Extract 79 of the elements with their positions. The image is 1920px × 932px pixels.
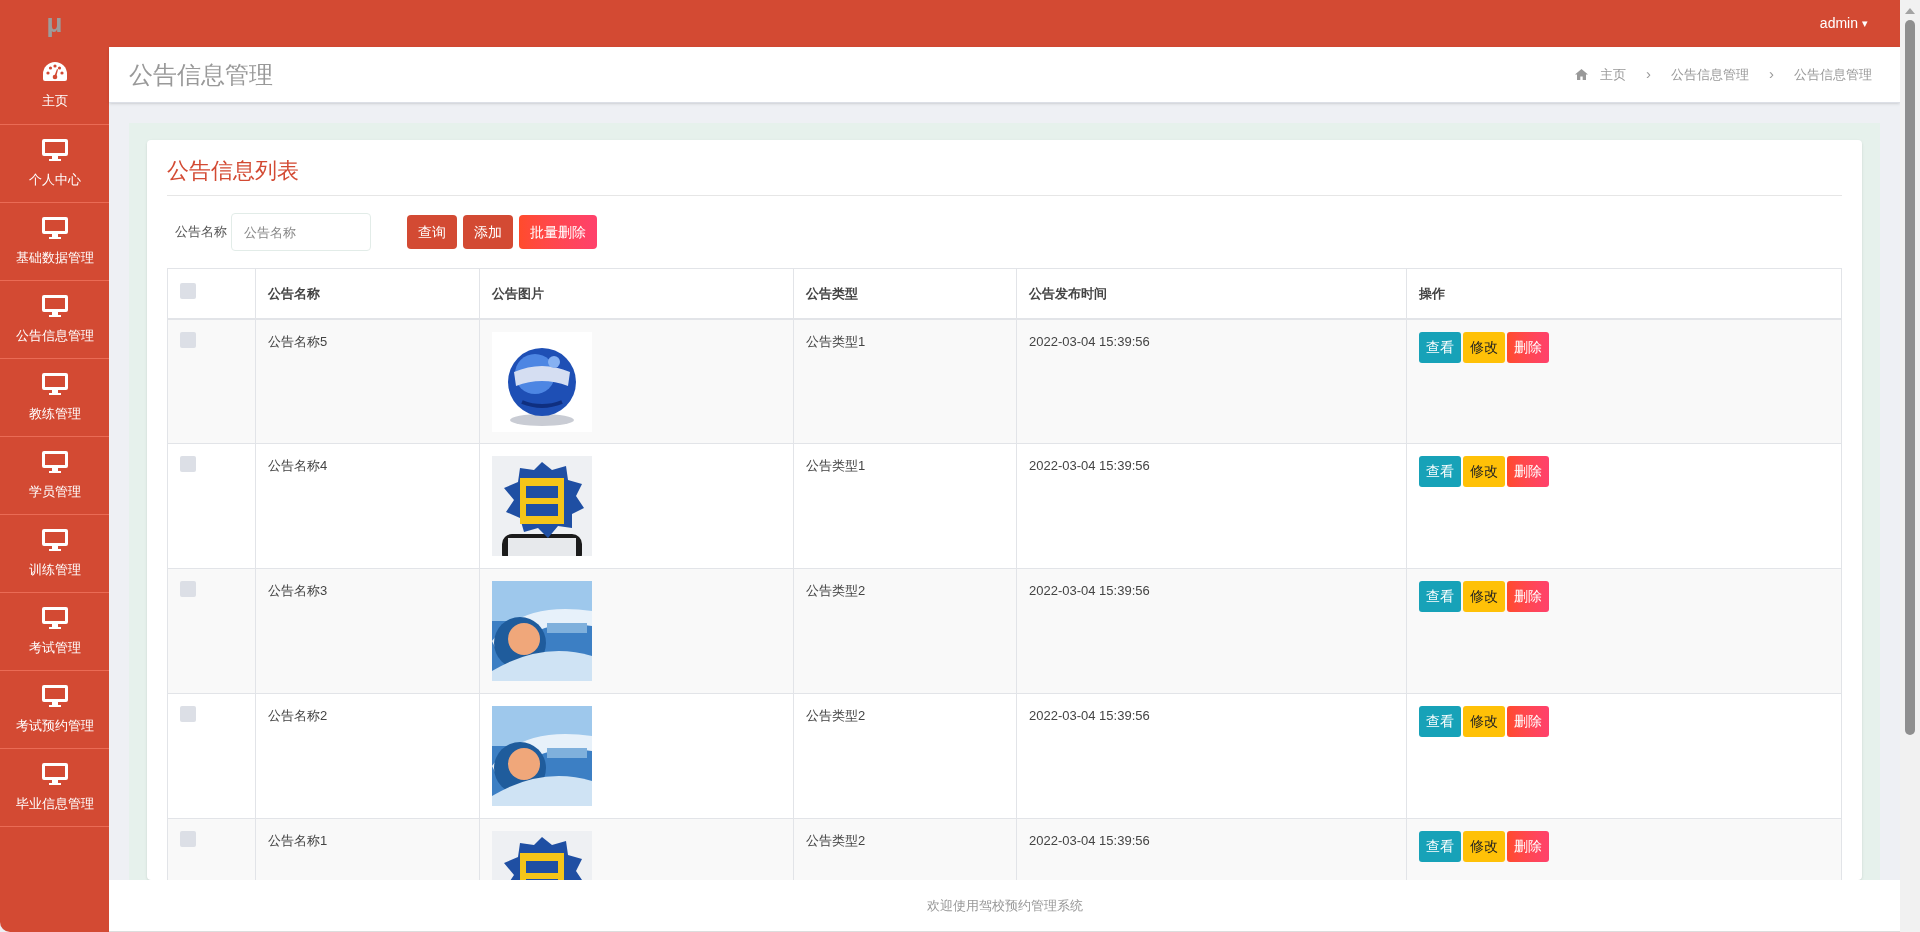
table-cell: 公告名称5 [268, 333, 328, 349]
sidebar-item[interactable]: 学员管理 [0, 437, 109, 515]
edit-button[interactable]: 修改 [1463, 581, 1505, 612]
batch-delete-button[interactable]: 批量删除 [519, 215, 597, 249]
view-button[interactable]: 查看 [1419, 831, 1461, 862]
breadcrumb-separator: › [1645, 64, 1652, 85]
footer-text: 欢迎使用驾校预约管理系统 [926, 896, 1083, 915]
checkbox[interactable] [180, 831, 196, 847]
sidebar-item[interactable]: 公告信息管理 [0, 281, 109, 359]
breadcrumb-separator: › [1768, 64, 1775, 85]
delete-button[interactable]: 删除 [1507, 831, 1549, 862]
table-cell: 公告类型2 [806, 708, 866, 723]
column-header: 公告类型 [806, 285, 858, 301]
delete-button[interactable]: 删除 [1507, 456, 1549, 487]
table-cell: 2022-03-04 15:39:56 [1029, 833, 1150, 848]
card-title: 公告信息列表 [167, 158, 299, 183]
delete-button[interactable]: 删除 [1507, 706, 1549, 737]
table-cell: 公告类型2 [806, 583, 866, 598]
view-button[interactable]: 查看 [1419, 456, 1461, 487]
edit-button[interactable]: 修改 [1463, 331, 1505, 363]
checkbox[interactable] [180, 456, 196, 472]
table-cell: 公告名称1 [268, 833, 328, 848]
monitor-icon [41, 293, 68, 318]
sidebar-item[interactable]: 训练管理 [0, 515, 109, 593]
table-cell: 2022-03-04 15:39:56 [1029, 583, 1150, 598]
table-cell: 公告名称2 [268, 708, 328, 723]
monitor-icon [41, 137, 68, 162]
edit-button[interactable]: 修改 [1463, 456, 1505, 487]
column-header: 公告发布时间 [1029, 285, 1107, 301]
page-title: 公告信息管理 [129, 59, 273, 90]
table-cell: 2022-03-04 15:39:56 [1029, 708, 1150, 723]
toolbar-button[interactable]: 添加 [463, 215, 513, 249]
table-cell: 2022-03-04 15:39:56 [1029, 333, 1150, 349]
delete-button[interactable]: 删除 [1507, 331, 1549, 363]
checkbox[interactable] [180, 282, 196, 299]
table-cell: 公告类型1 [806, 333, 866, 349]
sidebar-item[interactable]: 个人中心 [0, 125, 109, 203]
monitor-icon [41, 449, 68, 474]
view-button[interactable]: 查看 [1419, 331, 1461, 363]
breadcrumb-link[interactable]: 公告信息管理 [1671, 64, 1749, 85]
checkbox[interactable] [180, 706, 196, 722]
monitor-icon [41, 683, 68, 708]
table-cell: 公告名称3 [268, 583, 328, 598]
monitor-icon [41, 761, 68, 786]
logo: μ [46, 7, 63, 40]
gauge-icon [41, 60, 68, 83]
sidebar-item[interactable]: 毕业信息管理 [0, 749, 109, 827]
sidebar-item[interactable]: 考试管理 [0, 593, 109, 671]
column-header: 公告名称 [268, 285, 320, 301]
scroll-up-icon[interactable] [1905, 8, 1915, 14]
sidebar-item[interactable]: 教练管理 [0, 359, 109, 437]
delete-button[interactable]: 删除 [1507, 581, 1549, 612]
toolbar-button[interactable]: 查询 [407, 215, 457, 249]
checkbox[interactable] [180, 331, 196, 348]
sidebar-item[interactable]: 基础数据管理 [0, 203, 109, 281]
edit-button[interactable]: 修改 [1463, 706, 1505, 737]
column-header: 公告图片 [492, 285, 544, 301]
view-button[interactable]: 查看 [1419, 706, 1461, 737]
breadcrumb-link[interactable]: 公告信息管理 [1794, 64, 1872, 85]
column-header: 操作 [1419, 285, 1445, 301]
checkbox[interactable] [180, 581, 196, 597]
sidebar-item[interactable]: 主页 [0, 47, 109, 125]
user-menu[interactable]: admin ▾ [1819, 13, 1868, 34]
view-button[interactable]: 查看 [1419, 581, 1461, 612]
edit-button[interactable]: 修改 [1463, 831, 1505, 862]
breadcrumb-link[interactable]: 主页 [1600, 64, 1626, 85]
monitor-icon [41, 215, 68, 240]
scrollbar-thumb[interactable] [1905, 20, 1915, 735]
monitor-icon [41, 527, 68, 552]
sidebar-item[interactable]: 考试预约管理 [0, 671, 109, 749]
monitor-icon [41, 371, 68, 396]
table-cell: 2022-03-04 15:39:56 [1029, 458, 1150, 473]
search-label: 公告名称 [175, 223, 227, 242]
home-icon [1575, 69, 1588, 80]
table-cell: 公告类型2 [806, 833, 866, 848]
table-cell: 公告类型1 [806, 458, 866, 473]
search-field[interactable]: 公告名称 [231, 213, 371, 251]
table-cell: 公告名称4 [268, 458, 328, 473]
monitor-icon [41, 605, 68, 630]
